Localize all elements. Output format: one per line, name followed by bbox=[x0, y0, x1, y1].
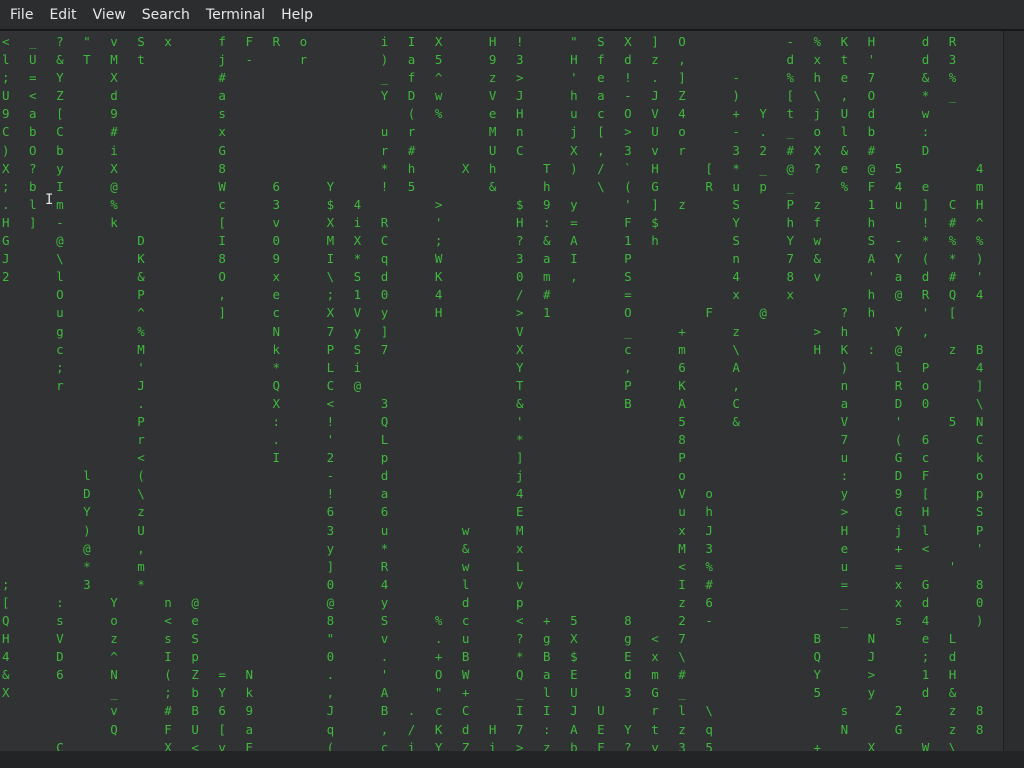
menu-view[interactable]: View bbox=[85, 0, 134, 30]
matrix-rain-text: < _ ? " v S x f F R o i I X H ! " S X ] … bbox=[2, 34, 1003, 751]
menu-edit[interactable]: Edit bbox=[41, 0, 84, 30]
terminal-output-area[interactable]: < _ ? " v S x f F R o i I X H ! " S X ] … bbox=[0, 31, 1003, 751]
window-bottom-edge bbox=[0, 751, 1024, 768]
menu-file[interactable]: File bbox=[2, 0, 41, 30]
menubar: File Edit View Search Terminal Help bbox=[0, 0, 1024, 30]
text-cursor-icon: I bbox=[45, 192, 54, 208]
menu-terminal[interactable]: Terminal bbox=[198, 0, 273, 30]
terminal-scrollbar[interactable] bbox=[1003, 31, 1024, 751]
menu-help[interactable]: Help bbox=[273, 0, 321, 30]
menu-search[interactable]: Search bbox=[134, 0, 198, 30]
